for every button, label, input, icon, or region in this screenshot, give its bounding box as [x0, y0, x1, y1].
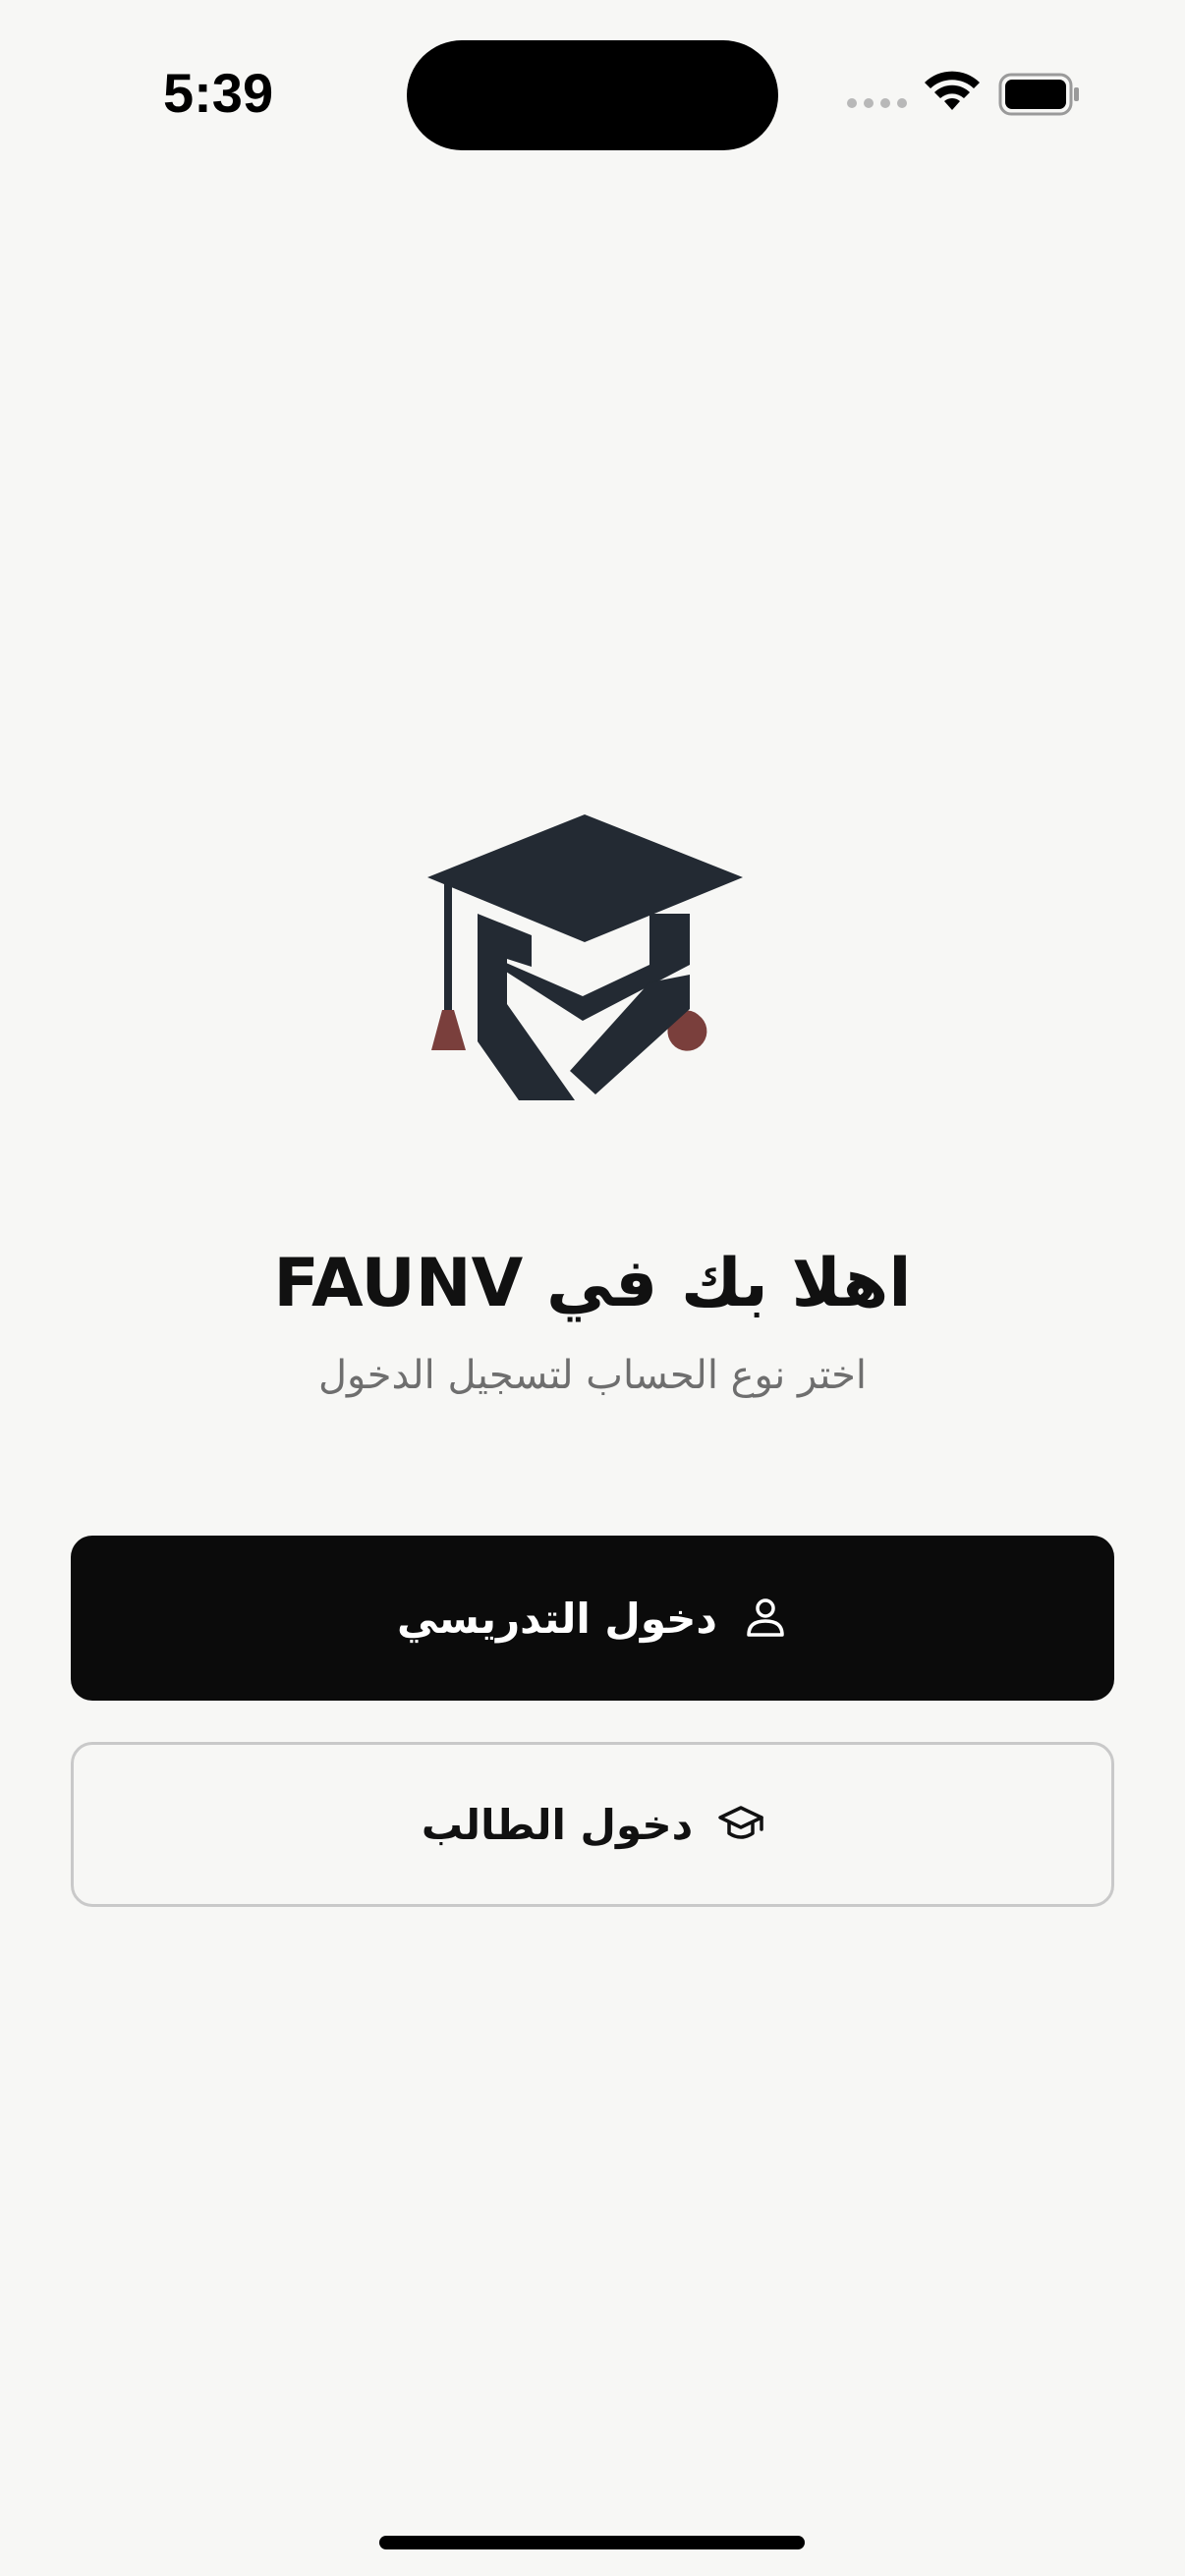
welcome-subtitle: اختر نوع الحساب لتسجيل الدخول [317, 1353, 868, 1398]
student-login-button[interactable]: دخول الطالب [71, 1742, 1114, 1907]
welcome-title: اهلا بك في FAUNV [273, 1245, 912, 1322]
dynamic-island [407, 40, 778, 150]
battery-icon [998, 73, 1079, 116]
teacher-login-button[interactable]: دخول التدريسي [71, 1536, 1114, 1701]
cellular-signal-icon [847, 98, 907, 108]
status-bar: 5:39 [0, 0, 1185, 187]
home-indicator[interactable] [379, 2536, 805, 2549]
status-time: 5:39 [163, 62, 274, 124]
teacher-login-label: دخول التدريسي [397, 1594, 717, 1643]
graduation-cap-icon [718, 1806, 763, 1839]
graduation-cap-logo [427, 814, 743, 1100]
student-login-label: دخول الطالب [421, 1800, 694, 1849]
wifi-icon [925, 71, 980, 110]
person-icon [747, 1598, 784, 1637]
